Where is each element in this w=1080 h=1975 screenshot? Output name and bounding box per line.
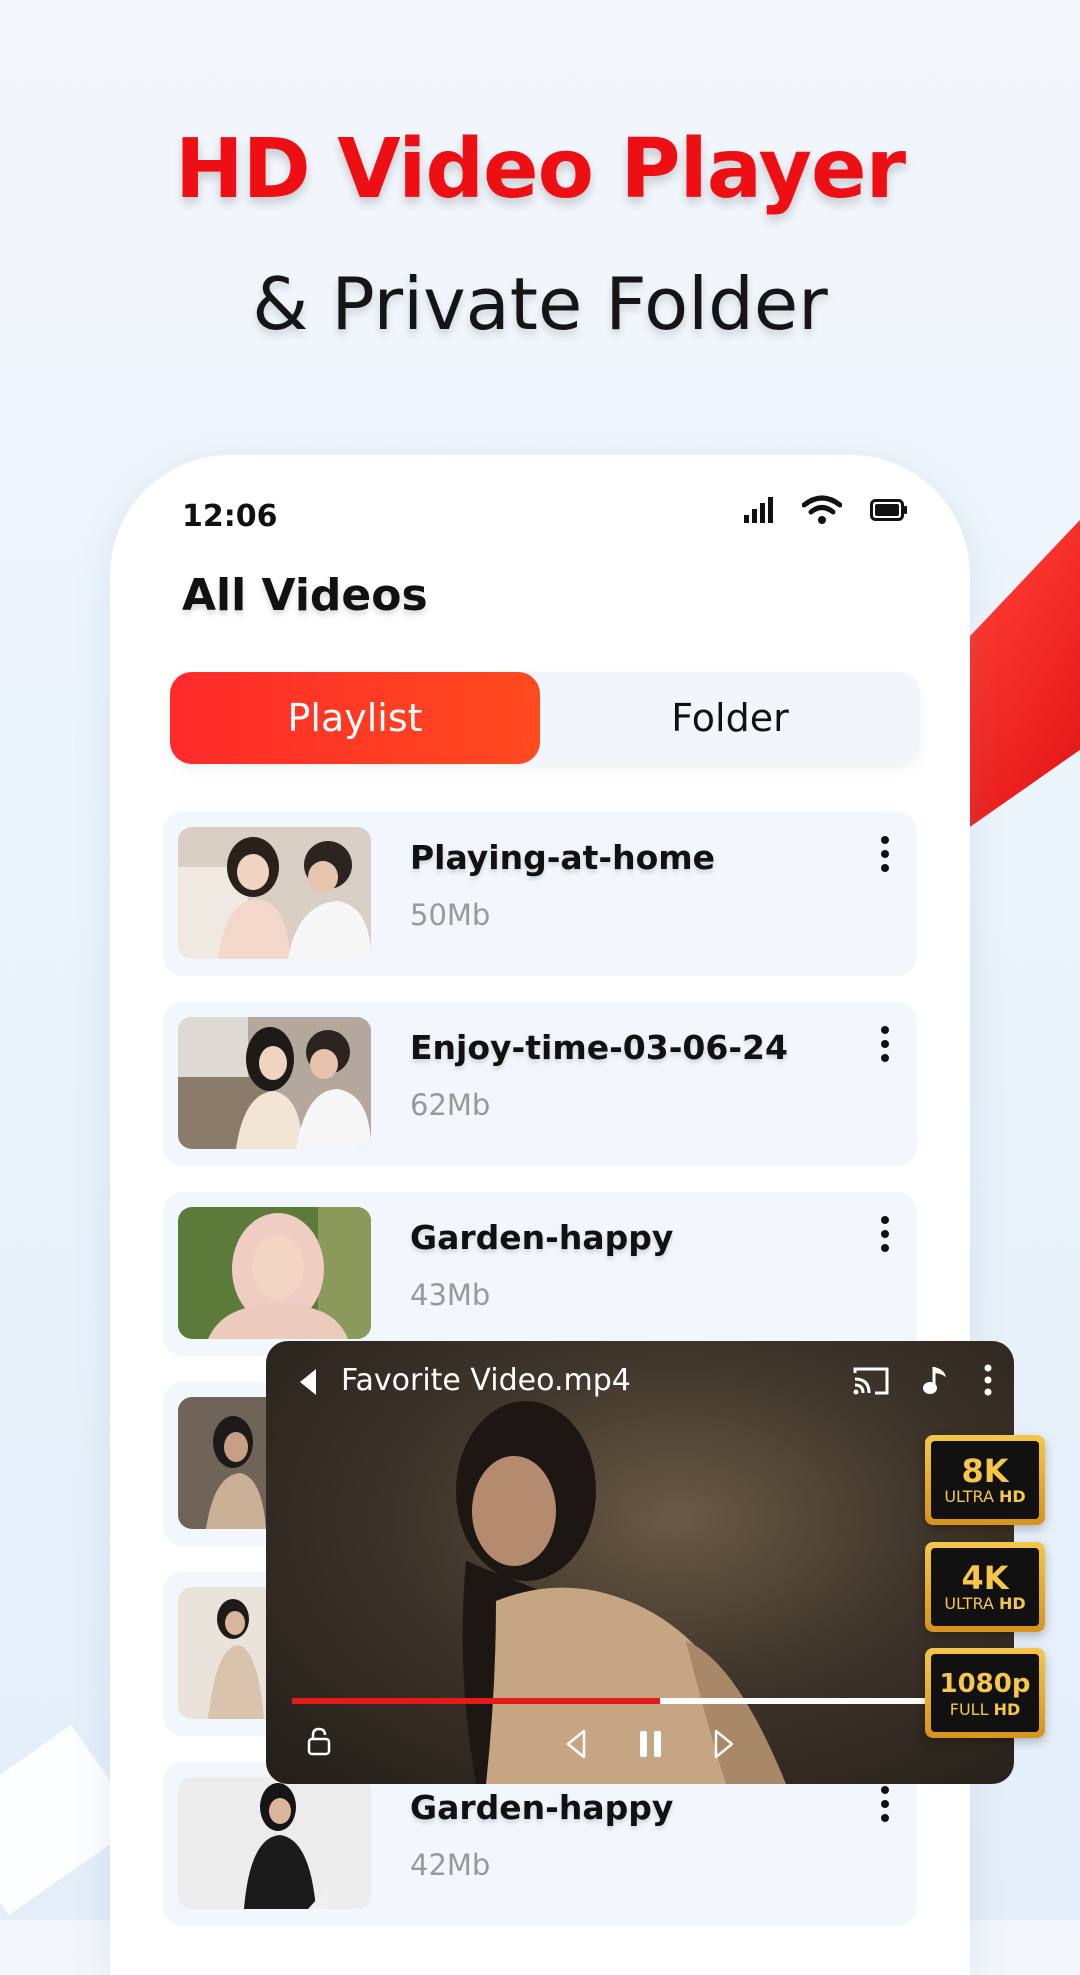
video-thumbnail [178, 1017, 371, 1149]
status-icons [744, 495, 908, 525]
seek-bar-progress [292, 1698, 661, 1704]
promo-title: HD Video Player [174, 122, 906, 217]
promo-subtitle: & Private Folder [252, 262, 828, 346]
badge-1080p-label: FULL [949, 1700, 989, 1719]
more-vertical-icon[interactable] [875, 1784, 895, 1824]
decorative-red-stripe [970, 520, 1080, 827]
seek-bar[interactable] [292, 1698, 1014, 1704]
status-time: 12:06 [182, 499, 278, 534]
signal-icon [744, 497, 773, 523]
badge-1080p-hd: HD [993, 1700, 1021, 1719]
cast-icon[interactable] [851, 1365, 891, 1397]
music-icon[interactable] [922, 1363, 950, 1397]
badge-4k-label: ULTRA [944, 1594, 994, 1613]
badge-8k-hd: HD [999, 1487, 1026, 1506]
screen-title: All Videos [182, 570, 428, 621]
previous-icon[interactable] [564, 1728, 588, 1760]
more-vertical-icon[interactable] [875, 834, 895, 874]
badge-8k-value: 8K [961, 1452, 1009, 1490]
badge-1080p-value: 1080p [939, 1669, 1031, 1699]
pause-icon[interactable] [638, 1728, 664, 1760]
more-vertical-icon[interactable] [875, 1024, 895, 1064]
tab-playlist[interactable]: Playlist [170, 672, 540, 764]
video-size: 50Mb [410, 898, 491, 932]
tab-folder[interactable]: Folder [540, 672, 920, 764]
badge-8k: 8K ULTRA HD [925, 1435, 1045, 1525]
video-size: 42Mb [410, 1848, 491, 1882]
video-item[interactable]: Playing-at-home 50Mb [163, 812, 917, 976]
more-icon[interactable] [982, 1363, 994, 1397]
battery-icon [870, 499, 907, 521]
video-thumbnail [178, 1207, 371, 1339]
video-frame [456, 1401, 786, 1784]
video-title: Enjoy-time-03-06-24 [410, 1028, 788, 1067]
badge-4k: 4K ULTRA HD [925, 1542, 1045, 1632]
video-title: Garden-happy [410, 1218, 674, 1257]
video-title: Playing-at-home [410, 838, 716, 877]
player-title: Favorite Video.mp4 [341, 1363, 631, 1398]
video-size: 43Mb [410, 1278, 491, 1312]
next-icon[interactable] [712, 1728, 736, 1760]
more-vertical-icon[interactable] [875, 1214, 895, 1254]
video-item[interactable]: Enjoy-time-03-06-24 62Mb [163, 1002, 917, 1166]
video-item[interactable]: Garden-happy 42Mb [163, 1762, 917, 1926]
tab-bar: Playlist Folder [170, 672, 920, 764]
video-title: Garden-happy [410, 1788, 674, 1827]
video-thumbnail [178, 1777, 371, 1909]
lock-icon[interactable] [306, 1726, 332, 1756]
badge-4k-hd: HD [999, 1594, 1026, 1613]
video-thumbnail [178, 827, 371, 959]
back-icon[interactable] [296, 1367, 320, 1397]
video-item[interactable]: Garden-happy 43Mb [163, 1192, 917, 1356]
badge-4k-value: 4K [961, 1559, 1009, 1597]
badge-1080p: 1080p FULL HD [925, 1648, 1045, 1738]
mini-video-player[interactable]: Favorite Video.mp4 [266, 1341, 1014, 1784]
video-size: 62Mb [410, 1088, 491, 1122]
badge-8k-label: ULTRA [944, 1487, 994, 1506]
wifi-icon [802, 495, 842, 524]
